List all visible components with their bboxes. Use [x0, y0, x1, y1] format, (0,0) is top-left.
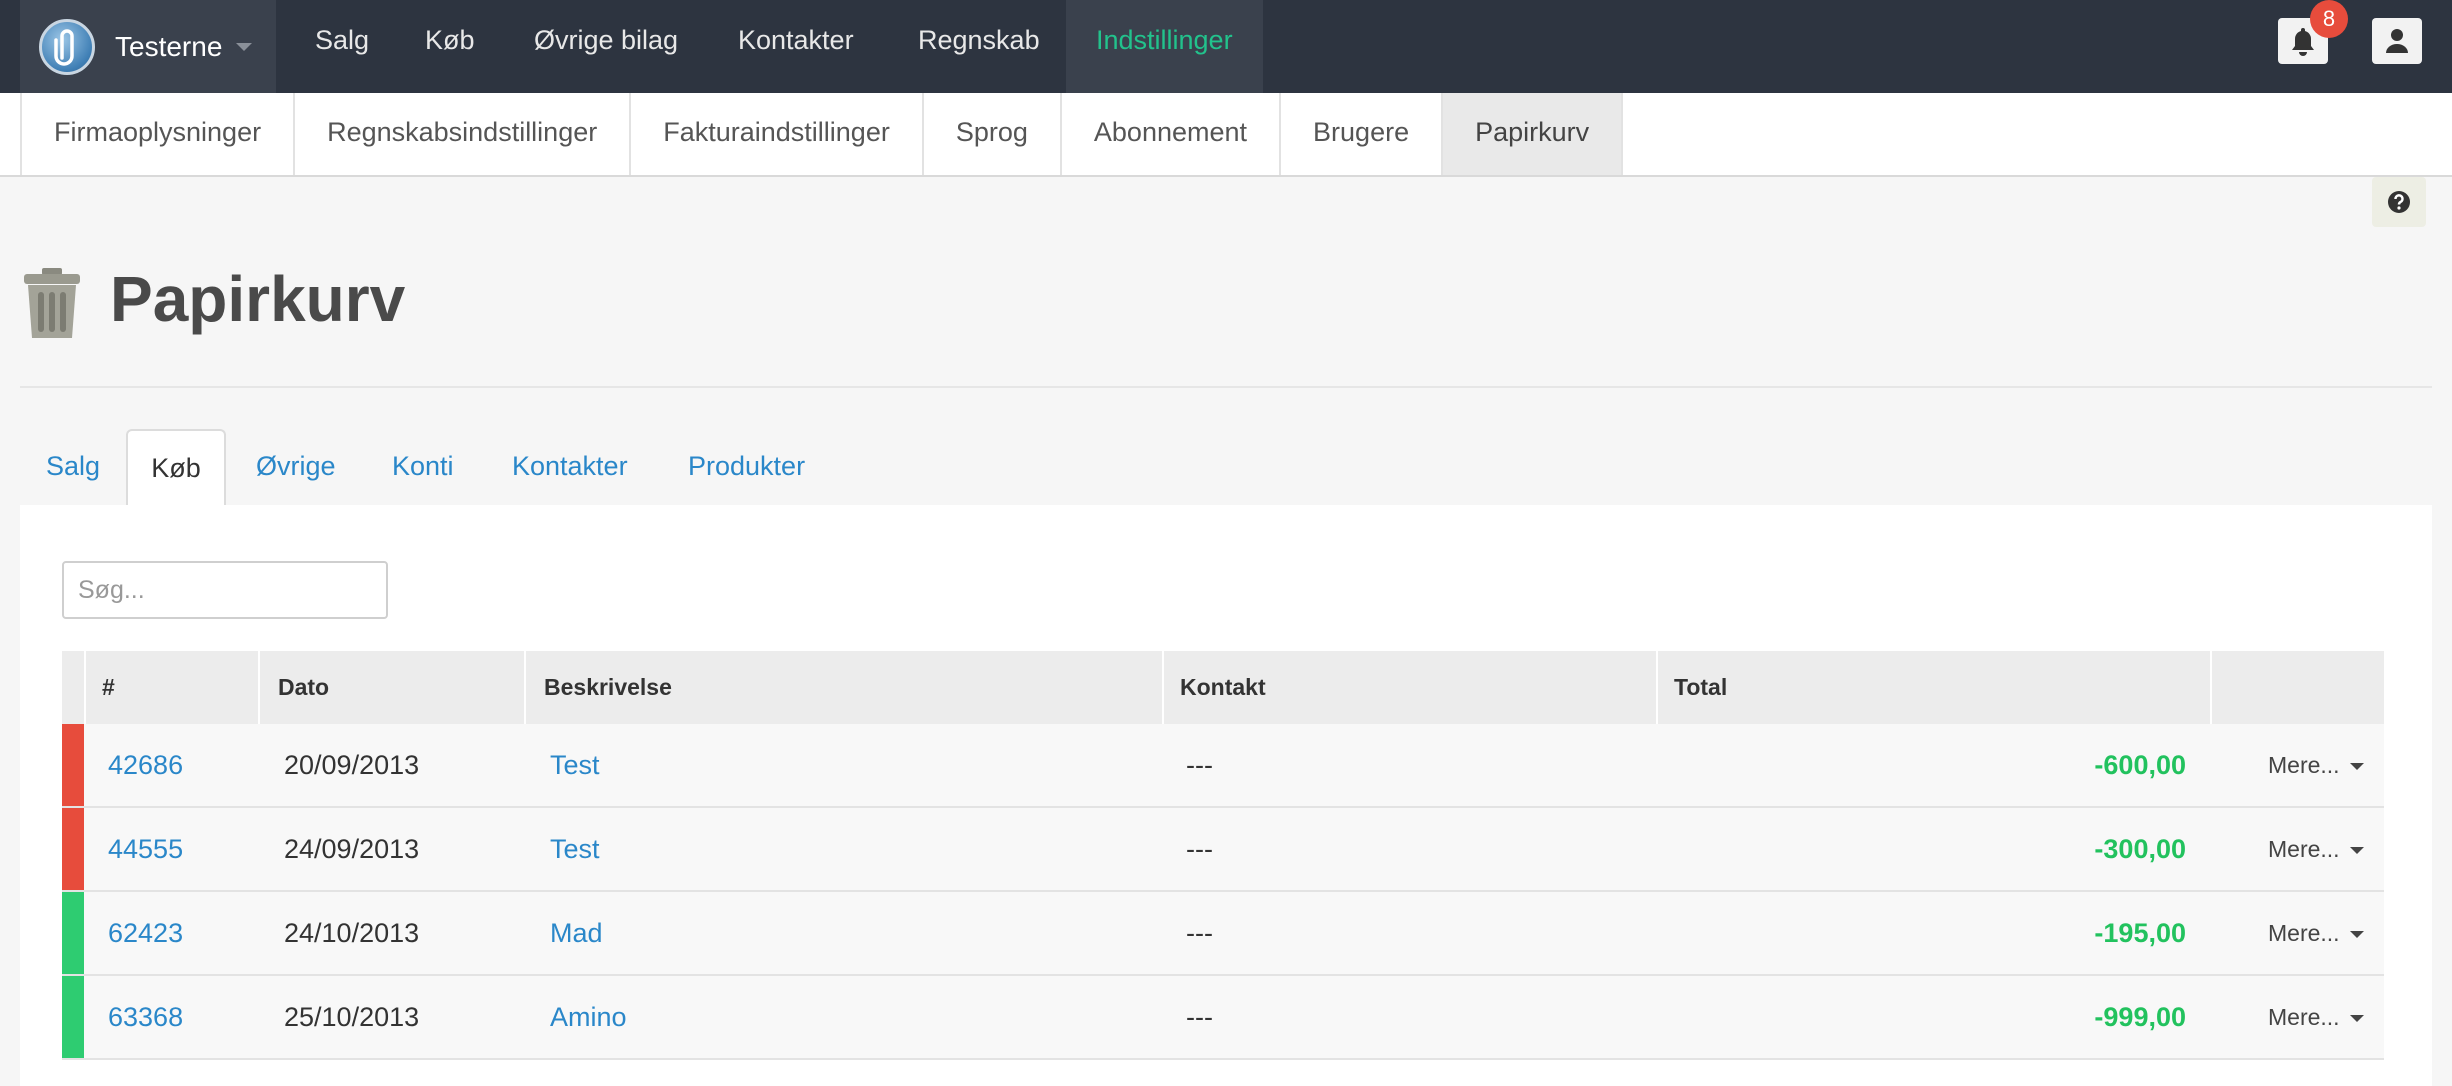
row-number-link[interactable]: 42686	[108, 724, 183, 806]
tab-salg[interactable]: Salg	[46, 429, 100, 505]
table-header: # Dato Beskrivelse Kontakt Total	[62, 651, 2384, 724]
row-number-link[interactable]: 63368	[108, 976, 183, 1058]
row-more-menu[interactable]: Mere...	[2268, 808, 2364, 890]
row-date: 20/09/2013	[284, 750, 420, 780]
question-icon	[2388, 191, 2410, 213]
row-contact: ---	[1186, 1002, 1213, 1032]
divider	[20, 386, 2432, 388]
notifications-button[interactable]: 8	[2278, 0, 2348, 64]
user-icon	[2386, 29, 2408, 53]
row-description-link[interactable]: Test	[550, 724, 600, 806]
table-row: 44555 24/09/2013 Test --- -300,00 Mere..…	[62, 808, 2384, 892]
subtab-regnskabsindstillinger[interactable]: Regnskabsindstillinger	[295, 93, 632, 175]
row-contact: ---	[1186, 918, 1213, 948]
more-label: Mere...	[2268, 920, 2340, 946]
status-indicator	[62, 892, 84, 974]
caret-down-icon	[2349, 847, 2364, 855]
trash-icon	[22, 268, 82, 345]
row-total: -600,00	[2094, 750, 2186, 780]
table-row: 62423 24/10/2013 Mad --- -195,00 Mere...	[62, 892, 2384, 976]
nav-kontakter[interactable]: Kontakter	[738, 0, 854, 93]
nav-oevrige-bilag[interactable]: Øvrige bilag	[534, 0, 678, 93]
company-switcher[interactable]: Testerne	[20, 0, 276, 93]
column-header-contact[interactable]: Kontakt	[1180, 651, 1266, 724]
help-button[interactable]	[2372, 177, 2426, 227]
column-header-date[interactable]: Dato	[278, 651, 329, 724]
tab-konti[interactable]: Konti	[392, 429, 454, 505]
status-indicator	[62, 976, 84, 1058]
table-row: 42686 20/09/2013 Test --- -600,00 Mere..…	[62, 724, 2384, 808]
company-name: Testerne	[115, 30, 223, 62]
status-indicator	[62, 808, 84, 890]
row-number-link[interactable]: 44555	[108, 808, 183, 890]
row-total: -999,00	[2094, 1002, 2186, 1032]
nav-regnskab[interactable]: Regnskab	[918, 0, 1040, 93]
caret-down-icon	[2349, 931, 2364, 939]
row-date: 24/09/2013	[284, 834, 420, 864]
notification-count-badge: 8	[2310, 0, 2348, 38]
subtab-abonnement[interactable]: Abonnement	[1062, 93, 1282, 175]
column-header-total[interactable]: Total	[1674, 651, 1727, 724]
row-description-link[interactable]: Test	[550, 808, 600, 890]
row-contact: ---	[1186, 750, 1213, 780]
page-title: Papirkurv	[110, 263, 406, 335]
bell-icon	[2292, 28, 2314, 56]
row-description-link[interactable]: Mad	[550, 892, 603, 974]
subtab-fakturaindstillinger[interactable]: Fakturaindstillinger	[631, 93, 924, 175]
caret-down-icon	[2349, 1015, 2364, 1023]
tab-produkter[interactable]: Produkter	[688, 429, 805, 505]
row-total: -195,00	[2094, 918, 2186, 948]
settings-subnav: Firmaoplysninger Regnskabsindstillinger …	[0, 93, 2452, 177]
subtab-brugere[interactable]: Brugere	[1281, 93, 1444, 175]
top-navbar: Testerne Salg Køb Øvrige bilag Kontakter…	[0, 0, 2452, 93]
table-row: 63368 25/10/2013 Amino --- -999,00 Mere.…	[62, 976, 2384, 1060]
more-label: Mere...	[2268, 836, 2340, 862]
app-logo-icon	[39, 18, 95, 75]
more-label: Mere...	[2268, 1004, 2340, 1030]
tab-oevrige[interactable]: Øvrige	[256, 429, 336, 505]
chevron-down-icon	[236, 42, 253, 51]
search-input[interactable]	[62, 561, 388, 619]
subtab-sprog[interactable]: Sprog	[924, 93, 1062, 175]
user-menu-button[interactable]	[2372, 18, 2422, 64]
row-date: 25/10/2013	[284, 1002, 420, 1032]
nav-salg[interactable]: Salg	[315, 0, 369, 93]
row-more-menu[interactable]: Mere...	[2268, 976, 2364, 1058]
caret-down-icon	[2349, 763, 2364, 771]
nav-indstillinger[interactable]: Indstillinger	[1066, 0, 1263, 93]
column-header-description[interactable]: Beskrivelse	[544, 651, 672, 724]
subtab-papirkurv[interactable]: Papirkurv	[1443, 93, 1624, 175]
column-header-number[interactable]: #	[102, 651, 115, 724]
trash-category-tabs: Salg Køb Øvrige Konti Kontakter Produkte…	[20, 429, 2432, 507]
more-label: Mere...	[2268, 752, 2340, 778]
row-number-link[interactable]: 62423	[108, 892, 183, 974]
tab-kontakter[interactable]: Kontakter	[512, 429, 628, 505]
row-date: 24/10/2013	[284, 918, 420, 948]
status-indicator	[62, 724, 84, 806]
row-more-menu[interactable]: Mere...	[2268, 724, 2364, 806]
row-more-menu[interactable]: Mere...	[2268, 892, 2364, 974]
subtab-firmaoplysninger[interactable]: Firmaoplysninger	[22, 93, 296, 175]
row-total: -300,00	[2094, 834, 2186, 864]
row-description-link[interactable]: Amino	[550, 976, 627, 1058]
tab-koeb[interactable]: Køb	[126, 429, 226, 507]
nav-koeb[interactable]: Køb	[425, 0, 475, 93]
row-contact: ---	[1186, 834, 1213, 864]
